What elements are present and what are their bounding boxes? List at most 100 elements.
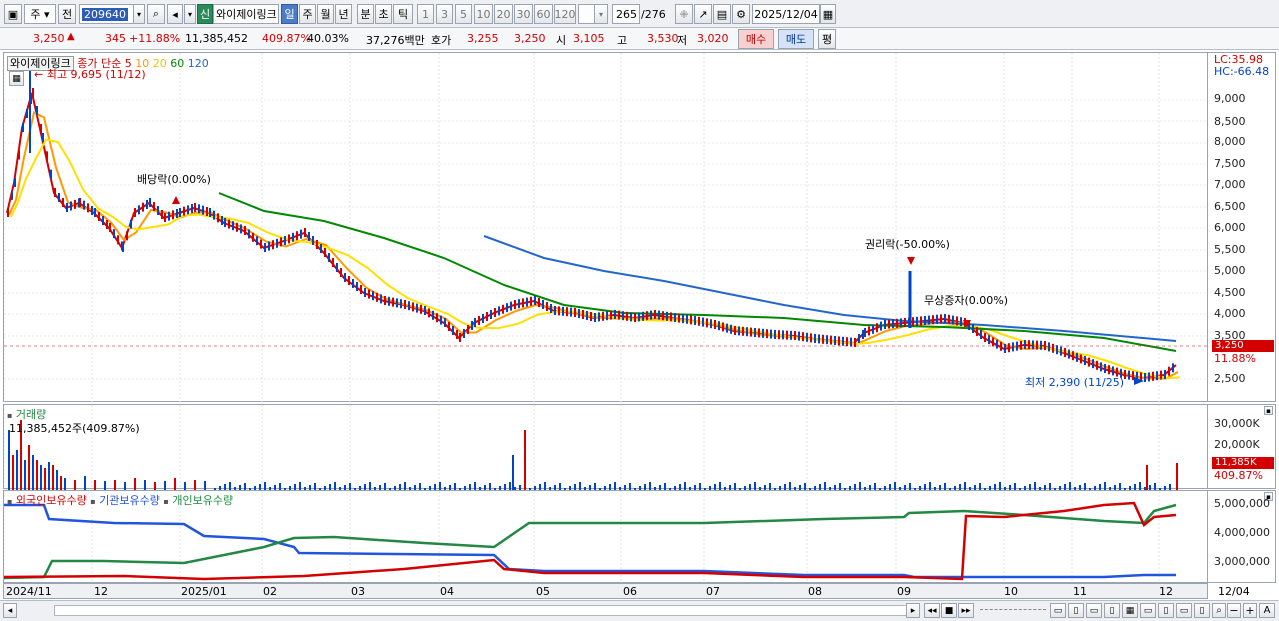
candle — [372, 291, 374, 301]
candle — [594, 313, 596, 322]
font-size-icon[interactable]: A — [1259, 603, 1275, 618]
tab-month[interactable]: 월 — [317, 4, 334, 24]
volume-bar — [489, 483, 491, 490]
layout-5-icon[interactable]: ▦ — [1122, 603, 1138, 618]
candle — [412, 302, 414, 312]
dividend-marker — [172, 196, 180, 204]
volume-bar — [944, 483, 946, 490]
speaker-icon[interactable]: ◂ — [167, 4, 183, 24]
interval-60[interactable]: 60 — [534, 4, 553, 24]
volume-bar — [48, 462, 50, 490]
y-tick: 2,500 — [1214, 372, 1246, 385]
zoom-in-icon[interactable]: + — [1243, 603, 1257, 618]
candle — [916, 316, 918, 326]
count-input[interactable]: 265 — [612, 4, 640, 24]
candle — [758, 328, 760, 338]
candle — [1164, 370, 1166, 379]
interval-20[interactable]: 20 — [494, 4, 513, 24]
holdings-panel[interactable]: ▪ 외국인보유수량 ▪ 기관보유수량 ▪ 개인보유수량 — [3, 490, 1208, 584]
candle — [236, 222, 238, 232]
candle — [444, 318, 446, 327]
layout-6-icon[interactable]: ▭ — [1140, 603, 1156, 618]
tab-tick[interactable]: 틱 — [393, 4, 413, 24]
tab-minute[interactable]: 분 — [357, 4, 374, 24]
candle — [1092, 359, 1094, 369]
candle — [276, 238, 278, 248]
avg-button[interactable]: 평 — [818, 29, 836, 49]
horizontal-scrollbar[interactable] — [54, 605, 914, 616]
zoom-search-icon[interactable]: ⌕ — [1212, 603, 1226, 618]
save-icon[interactable]: ▤ — [713, 4, 731, 24]
draw-tool-icon[interactable]: ↗ — [694, 4, 712, 24]
prev-button[interactable]: 전 — [58, 4, 76, 24]
crosshair-icon[interactable]: ⁜ — [675, 4, 693, 24]
candle — [794, 331, 796, 340]
interval-30[interactable]: 30 — [514, 4, 533, 24]
scroll-left-icon[interactable]: ◂ — [3, 603, 17, 618]
tab-day[interactable]: 일 — [281, 4, 298, 24]
candle — [240, 224, 242, 234]
layout-8-icon[interactable]: ▭ — [1176, 603, 1192, 618]
date-input[interactable]: 2025/12/04 — [752, 4, 820, 24]
layout-4-icon[interactable]: ▯ — [1104, 603, 1120, 618]
volume-bar-spike — [1176, 463, 1178, 490]
maximize-icon[interactable]: ▪ — [1264, 406, 1273, 415]
zoom-out-icon[interactable]: − — [1227, 603, 1241, 618]
layout-7-icon[interactable]: ▯ — [1158, 603, 1174, 618]
candle — [566, 307, 568, 317]
buy-button[interactable]: 매수 — [738, 29, 774, 49]
candle — [1108, 365, 1110, 375]
candle — [928, 315, 930, 325]
volume-bar — [719, 482, 721, 490]
sell-button[interactable]: 매도 — [778, 29, 814, 49]
layout-9-icon[interactable]: ▯ — [1194, 603, 1210, 618]
zoom-slider[interactable] — [980, 609, 1046, 613]
window-icon[interactable]: ▣ — [4, 4, 22, 24]
rewind-icon[interactable]: ◂◂ — [924, 603, 940, 618]
candle — [440, 315, 442, 325]
price-chart-panel[interactable]: 와이제이링크 종가 단순 5 10 20 60 120 ▦ ← 최고 9,695… — [3, 52, 1209, 403]
candle — [818, 334, 820, 344]
volume-value-note: 11,385,452주(409.87%) — [9, 422, 140, 435]
candle — [436, 313, 438, 323]
scroll-right-icon[interactable]: ▸ — [906, 603, 920, 618]
tab-second[interactable]: 초 — [375, 4, 392, 24]
y-tick: 9,000 — [1214, 92, 1246, 105]
interval-3[interactable]: 3 — [436, 4, 453, 24]
candle — [506, 303, 508, 313]
volume-panel[interactable]: ▪ 거래량 11,385,452주(409.87%) — [3, 404, 1208, 490]
candle — [256, 236, 258, 246]
calendar-icon[interactable]: ▦ — [820, 4, 836, 24]
candle — [622, 311, 624, 321]
layout-2-icon[interactable]: ▯ — [1068, 603, 1084, 618]
current-pct-tag: 11.88% — [1214, 352, 1256, 365]
interval-10[interactable]: 10 — [474, 4, 493, 24]
candle — [194, 203, 196, 212]
layout-1-icon[interactable]: ▭ — [1050, 603, 1066, 618]
chevron-down-icon[interactable]: ▾ — [133, 4, 145, 24]
y-tick: 4,500 — [1214, 286, 1246, 299]
stop-icon[interactable]: ■ — [941, 603, 957, 618]
gear-icon[interactable]: ⚙ — [732, 4, 750, 24]
period-selector[interactable]: 주 ▾ — [24, 4, 56, 24]
candle — [74, 199, 76, 209]
chevron-down-icon[interactable]: ▾ — [594, 4, 608, 24]
search-icon[interactable]: ⌕ — [147, 4, 165, 24]
interval-120[interactable]: 120 — [554, 4, 576, 24]
tab-week[interactable]: 주 — [299, 4, 316, 24]
candle — [117, 235, 119, 245]
candle — [296, 231, 298, 241]
fast-forward-icon[interactable]: ▸▸ — [958, 603, 974, 618]
calculator-icon[interactable]: ▦ — [9, 71, 24, 86]
interval-5[interactable]: 5 — [455, 4, 472, 24]
candle — [578, 309, 580, 318]
tab-year[interactable]: 년 — [335, 4, 352, 24]
bid-value: 3,255 — [467, 32, 499, 45]
stock-name-field[interactable]: 와이제이링크 — [213, 4, 279, 24]
candle — [232, 221, 234, 231]
chevron-down-icon[interactable]: ▾ — [184, 4, 196, 24]
candle — [896, 318, 898, 328]
interval-1[interactable]: 1 — [417, 4, 434, 24]
candle — [514, 300, 516, 309]
layout-3-icon[interactable]: ▭ — [1086, 603, 1102, 618]
